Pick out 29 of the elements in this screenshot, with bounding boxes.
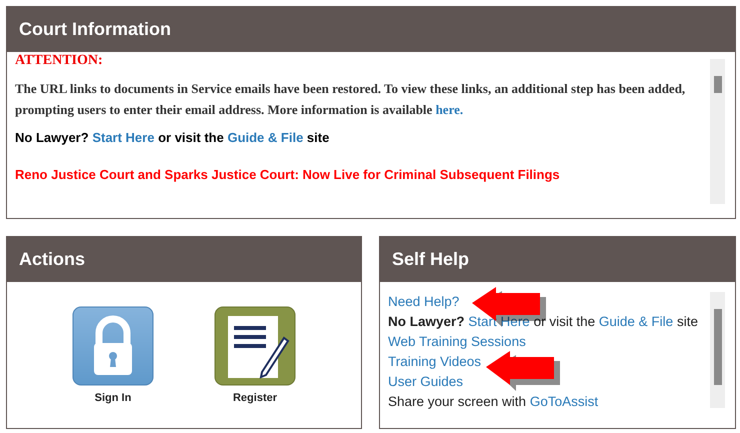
document-icon[interactable] (214, 306, 296, 386)
link[interactable]: Web Training Sessions (388, 334, 526, 349)
link[interactable]: Training Videos (388, 354, 482, 369)
help-text: site (676, 314, 698, 329)
link[interactable]: here. (436, 102, 464, 117)
alert-text: Reno Justice Court and Sparks Justice Court: Now Live for Criminal Subsequent Filings (15, 167, 560, 182)
action-label[interactable]: Sign In (94, 392, 132, 404)
link[interactable]: Start Here (468, 314, 530, 329)
link[interactable]: GoToAssist (530, 394, 598, 409)
help-text: or visit the (534, 314, 596, 329)
action-label[interactable]: Register (232, 392, 278, 404)
panel-title: Self Help (392, 249, 470, 270)
link[interactable]: User Guides (388, 374, 464, 389)
link[interactable]: Start Here (92, 130, 154, 145)
help-text: Share your screen with (388, 394, 526, 409)
bold-label: No Lawyer? (388, 314, 465, 329)
panel-title: Court Information (19, 19, 171, 40)
lock-icon[interactable] (72, 306, 154, 386)
link[interactable]: Need Help? (388, 294, 460, 309)
notice-paragraph: The URL links to documents in Service emails have been restored. To view these links, an additional step has been added, prompting users to enter their email address. More information is available here. (15, 81, 686, 117)
label-text: or visit the (158, 130, 224, 145)
link[interactable]: Guide & File (227, 130, 304, 145)
link[interactable]: Guide & File (598, 314, 674, 329)
scrollbar[interactable] (710, 292, 725, 408)
label-text: No Lawyer? (15, 130, 89, 145)
scrollbar[interactable] (710, 59, 725, 204)
panel-title: Actions (19, 249, 86, 270)
label-text: site (306, 130, 330, 145)
notice-heading: ATTENTION: (15, 53, 103, 68)
